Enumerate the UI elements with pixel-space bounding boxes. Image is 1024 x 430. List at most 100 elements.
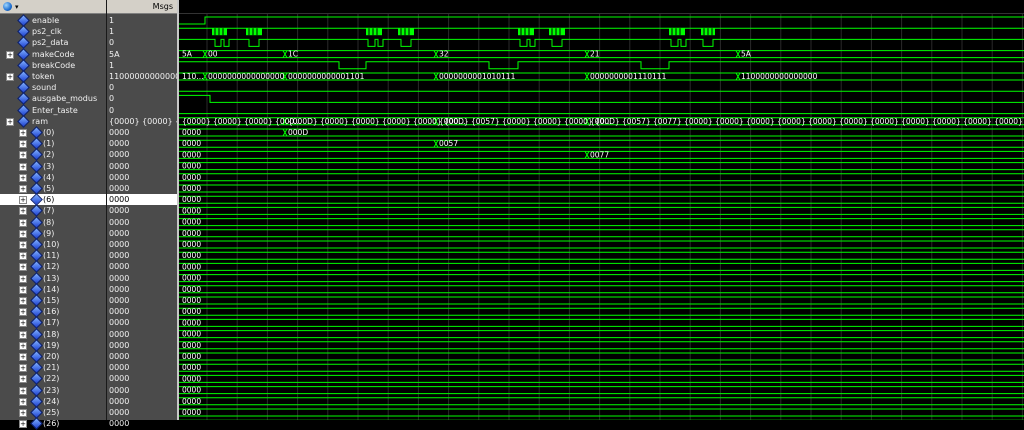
- expand-icon[interactable]: +: [19, 218, 27, 227]
- expand-icon[interactable]: +: [6, 73, 14, 81]
- expand-icon[interactable]: +: [19, 285, 27, 294]
- expand-icon[interactable]: +: [19, 196, 27, 205]
- signal-row[interactable]: + (18): [0, 327, 106, 341]
- signal-row[interactable]: sound: [0, 81, 106, 95]
- expand-icon[interactable]: +: [19, 375, 27, 384]
- expand-icon[interactable]: +: [19, 162, 27, 171]
- signal-row[interactable]: + (19): [0, 338, 106, 352]
- signal-row[interactable]: + (6): [0, 193, 106, 207]
- chevron-down-icon[interactable]: ▾: [15, 3, 19, 11]
- expand-icon[interactable]: +: [19, 353, 27, 361]
- signal-row[interactable]: + (1): [0, 137, 106, 151]
- signal-row[interactable]: + ram: [0, 114, 106, 128]
- expand-icon[interactable]: +: [19, 420, 27, 429]
- wave-ram-entry-label: 0000: [182, 408, 201, 417]
- signal-value: 0000: [109, 273, 130, 283]
- signal-row[interactable]: ps2_clk: [0, 25, 106, 39]
- expand-icon[interactable]: +: [19, 252, 27, 261]
- expand-icon[interactable]: +: [19, 129, 27, 137]
- wave-ram-label: {0000} {0000} {0000} {000...: [182, 117, 301, 126]
- signal-row[interactable]: + (2): [0, 148, 106, 162]
- signal-row[interactable]: ps2_data: [0, 36, 106, 50]
- signal-row[interactable]: + (9): [0, 226, 106, 240]
- expand-icon[interactable]: +: [19, 229, 27, 238]
- pane-divider[interactable]: [106, 0, 107, 420]
- expand-icon[interactable]: +: [19, 330, 27, 339]
- signal-name: (22): [43, 374, 60, 384]
- wave-ram-entry-label: 0000: [182, 218, 201, 227]
- waveform-canvas[interactable]: 5A 00 1C 32 21 5A110... 0000000000000000 000000…: [179, 0, 1024, 428]
- expand-icon[interactable]: +: [19, 341, 27, 350]
- signal-name: (25): [43, 408, 60, 417]
- expand-icon[interactable]: +: [19, 173, 27, 182]
- expand-icon[interactable]: +: [19, 297, 27, 305]
- wave-ps2-clk-burst: [398, 28, 414, 36]
- wave-makecode-label: 21: [590, 50, 600, 59]
- signal-value: 0000: [109, 217, 130, 227]
- expand-icon[interactable]: +: [19, 409, 27, 417]
- signal-row[interactable]: + (17): [0, 316, 106, 330]
- signal-row[interactable]: + (22): [0, 372, 106, 386]
- wave-ps2-clk-burst: [549, 28, 565, 36]
- signal-row[interactable]: + (7): [0, 204, 106, 218]
- signal-row[interactable]: + (16): [0, 305, 106, 319]
- signal-value: 1: [109, 60, 115, 70]
- signal-row[interactable]: + (20): [0, 350, 106, 363]
- signal-name-pane: enable ps2_clk ps2_data + makeCode breakCode +…: [0, 0, 107, 430]
- signal-row[interactable]: + (4): [0, 170, 106, 184]
- signal-row[interactable]: breakCode: [0, 58, 106, 72]
- signal-row[interactable]: + (12): [0, 260, 106, 274]
- wave-ram-entry-label: 0000: [182, 251, 201, 260]
- expand-icon[interactable]: +: [19, 207, 27, 216]
- signal-name: ausgabe_modus: [32, 94, 98, 104]
- signal-row[interactable]: + token: [0, 70, 106, 83]
- expand-icon[interactable]: +: [6, 117, 14, 126]
- signal-row[interactable]: + (8): [0, 215, 106, 229]
- expand-icon[interactable]: +: [19, 140, 27, 149]
- wave-ram-entry-label: 0077: [590, 150, 609, 159]
- signal-row[interactable]: + (5): [0, 182, 106, 195]
- expand-icon[interactable]: +: [19, 151, 27, 160]
- wave-ps2-data: [179, 38, 1024, 47]
- wave-ps2-clk-burst: [518, 28, 534, 36]
- signal-row[interactable]: + (3): [0, 159, 106, 173]
- expand-icon[interactable]: +: [19, 308, 27, 317]
- signal-row[interactable]: enable: [0, 14, 106, 27]
- expand-icon[interactable]: +: [19, 364, 27, 373]
- signal-row[interactable]: ausgabe_modus: [0, 92, 106, 106]
- expand-icon[interactable]: +: [19, 185, 27, 193]
- signal-row[interactable]: Enter_taste: [0, 103, 106, 117]
- expand-icon[interactable]: +: [19, 274, 27, 283]
- expand-icon[interactable]: +: [19, 386, 27, 395]
- signal-row[interactable]: + (21): [0, 361, 106, 375]
- signal-row[interactable]: + (25): [0, 406, 106, 419]
- expand-icon[interactable]: +: [19, 319, 27, 328]
- signal-value: 0000: [109, 352, 130, 361]
- signal-value: 0000: [109, 318, 130, 328]
- signal-row[interactable]: + (23): [0, 383, 106, 397]
- expand-icon[interactable]: +: [19, 397, 27, 406]
- signal-row[interactable]: + (14): [0, 282, 106, 296]
- signal-name: breakCode: [32, 60, 76, 70]
- signal-value: 1: [109, 16, 115, 25]
- waveform-pane[interactable]: 5A 00 1C 32 21 5A 110... 0000000000000000 000000…: [179, 0, 1024, 428]
- wave-ram-entry-label: 0000: [182, 318, 201, 327]
- expand-icon[interactable]: +: [6, 50, 14, 59]
- globe-icon[interactable]: [3, 2, 12, 11]
- signal-value: 0000: [109, 374, 130, 384]
- signal-row[interactable]: + (24): [0, 394, 106, 408]
- signal-name: Enter_taste: [32, 105, 78, 115]
- expand-icon[interactable]: +: [19, 241, 27, 249]
- signal-value: 0000: [109, 296, 130, 305]
- signal-row[interactable]: + (10): [0, 238, 106, 251]
- wave-token-label: 0000000000001101: [288, 72, 365, 81]
- signal-row[interactable]: + (0): [0, 126, 106, 139]
- wave-ram-entry-label: 0000: [182, 184, 201, 193]
- signal-row[interactable]: + (11): [0, 249, 106, 263]
- signal-row[interactable]: + (13): [0, 271, 106, 285]
- wave-makecode-label: 32: [439, 50, 449, 59]
- signal-row[interactable]: + (15): [0, 294, 106, 307]
- signal-row[interactable]: + makeCode: [0, 47, 106, 61]
- expand-icon[interactable]: +: [19, 263, 27, 272]
- signal-value: 0000: [109, 363, 130, 373]
